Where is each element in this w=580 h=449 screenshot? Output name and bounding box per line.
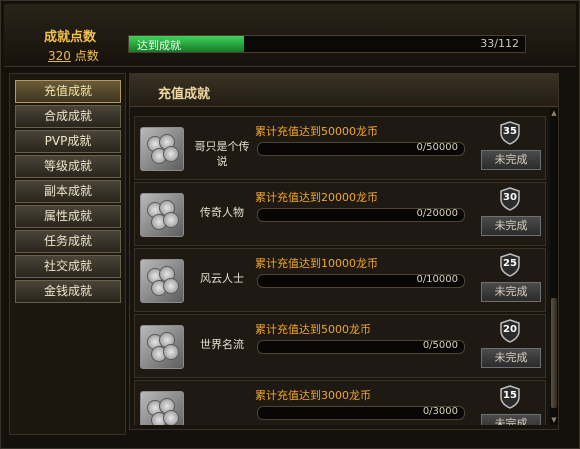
achievement-name: 世界名流 — [200, 338, 244, 351]
achievement-points-readout: 320 点数 — [48, 47, 99, 64]
overall-progress-count: 33/112 — [480, 37, 519, 50]
achievement-row: 累计充值达到3000龙币 0/3000 15 未完成 — [134, 380, 546, 425]
achievement-list-panel: 充值成就 哥只是个传说 累计充值达到50000龙币 0/50000 35 未完成 — [129, 73, 559, 430]
header-panel: 成就点数 320 点数 达到成就 33/112 — [4, 4, 576, 67]
achievement-name: 风云人士 — [200, 272, 244, 285]
achievement-name: 传奇人物 — [200, 206, 244, 219]
achievement-row: 哥只是个传说 累计充值达到50000龙币 0/50000 35 未完成 — [134, 116, 546, 180]
coins-icon — [140, 391, 184, 425]
achievement-points: 35 — [503, 126, 517, 137]
achievement-progress-bar: 0/20000 — [257, 208, 465, 222]
achievement-progress-text: 0/20000 — [416, 208, 458, 219]
achievement-description: 累计充值达到10000龙币 — [255, 257, 378, 270]
sidebar-item-dungeon[interactable]: 副本成就 — [15, 180, 121, 203]
incomplete-button[interactable]: 未完成 — [481, 348, 541, 368]
scroll-thumb[interactable] — [551, 298, 557, 408]
incomplete-button[interactable]: 未完成 — [481, 216, 541, 236]
category-title: 充值成就 — [158, 87, 211, 102]
achievement-points: 25 — [503, 258, 517, 269]
achievement-progress-text: 0/50000 — [416, 142, 458, 153]
scroll-down-arrow-icon[interactable]: ▼ — [550, 415, 558, 425]
sidebar-item-recharge[interactable]: 充值成就 — [15, 80, 121, 103]
sidebar-item-synthesis[interactable]: 合成成就 — [15, 105, 121, 128]
shield-icon: 30 — [499, 187, 521, 211]
points-value: 320 — [48, 49, 71, 63]
achievement-name: 哥只是个传说 — [194, 140, 250, 168]
sidebar-item-attribute[interactable]: 属性成就 — [15, 205, 121, 228]
achievement-points: 15 — [503, 390, 517, 401]
coins-icon — [140, 193, 184, 237]
list-scrollbar[interactable]: ▲ ▼ — [550, 108, 558, 425]
achievement-description: 累计充值达到50000龙币 — [255, 125, 378, 138]
sidebar-item-level[interactable]: 等级成就 — [15, 155, 121, 178]
sidebar-item-pvp[interactable]: PVP成就 — [15, 130, 121, 153]
achievement-progress-bar: 0/5000 — [257, 340, 465, 354]
shield-icon: 15 — [499, 385, 521, 409]
incomplete-button[interactable]: 未完成 — [481, 414, 541, 425]
coins-icon — [140, 127, 184, 171]
sidebar-item-quest[interactable]: 任务成就 — [15, 230, 121, 253]
achievement-progress-bar: 0/10000 — [257, 274, 465, 288]
shield-icon: 35 — [499, 121, 521, 145]
achievement-list: 哥只是个传说 累计充值达到50000龙币 0/50000 35 未完成 传奇人物… — [130, 108, 548, 425]
coins-icon — [140, 325, 184, 369]
achievement-row: 传奇人物 累计充值达到20000龙币 0/20000 30 未完成 — [134, 182, 546, 246]
overall-progress-bar: 达到成就 33/112 — [128, 35, 526, 53]
achievement-progress-text: 0/5000 — [422, 340, 458, 351]
achievement-progress-text: 0/3000 — [422, 406, 458, 417]
incomplete-button[interactable]: 未完成 — [481, 150, 541, 170]
achievement-points: 30 — [503, 192, 517, 203]
achievement-progress-text: 0/10000 — [416, 274, 458, 285]
sidebar-item-money[interactable]: 金钱成就 — [15, 280, 121, 303]
sidebar-item-social[interactable]: 社交成就 — [15, 255, 121, 278]
achievement-points: 20 — [503, 324, 517, 335]
scroll-up-arrow-icon[interactable]: ▲ — [550, 108, 558, 118]
achievement-description: 累计充值达到20000龙币 — [255, 191, 378, 204]
coins-icon — [140, 259, 184, 303]
achievement-progress-bar: 0/3000 — [257, 406, 465, 420]
points-label: 点数 — [74, 49, 99, 63]
incomplete-button[interactable]: 未完成 — [481, 282, 541, 302]
achievement-progress-bar: 0/50000 — [257, 142, 465, 156]
achievement-points-title: 成就点数 — [44, 30, 97, 45]
achievement-description: 累计充值达到3000龙币 — [255, 389, 371, 402]
achievement-row: 风云人士 累计充值达到10000龙币 0/10000 25 未完成 — [134, 248, 546, 312]
category-title-bar: 充值成就 — [130, 74, 558, 107]
achievement-window: 成就点数 320 点数 达到成就 33/112 充值成就 合成成就 PVP成就 … — [0, 0, 580, 449]
shield-icon: 20 — [499, 319, 521, 343]
shield-icon: 25 — [499, 253, 521, 277]
achievement-description: 累计充值达到5000龙币 — [255, 323, 371, 336]
achievement-row: 世界名流 累计充值达到5000龙币 0/5000 20 未完成 — [134, 314, 546, 378]
overall-progress-label: 达到成就 — [137, 39, 181, 52]
category-sidebar: 充值成就 合成成就 PVP成就 等级成就 副本成就 属性成就 任务成就 社交成就… — [9, 73, 126, 435]
